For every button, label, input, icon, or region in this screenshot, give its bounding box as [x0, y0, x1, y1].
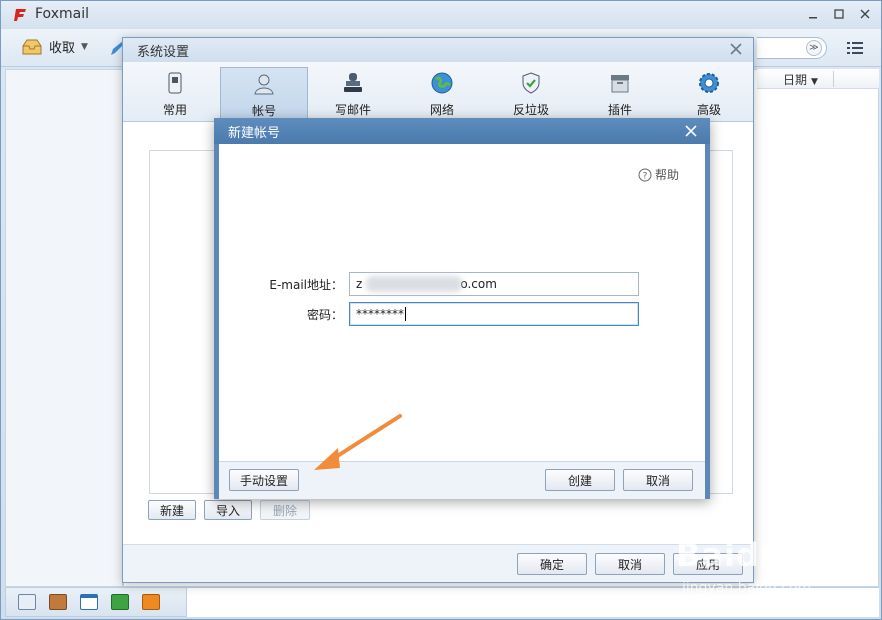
- delete-account-button[interactable]: 删除: [260, 500, 310, 520]
- settings-title: 系统设置: [137, 45, 190, 60]
- password-value: ********: [356, 307, 404, 321]
- password-label: 密码：: [306, 308, 343, 322]
- tab-label: 网络: [429, 103, 454, 117]
- foxmail-logo-icon: [14, 9, 26, 21]
- email-field[interactable]: z o.com: [349, 272, 639, 296]
- password-field[interactable]: ********: [349, 302, 639, 326]
- gear-icon: [699, 73, 719, 93]
- tab-label: 高级: [696, 103, 721, 117]
- new-account-dialog: 新建帐号 ? 帮助 E-mail地址： z o.com 密码： ********…: [214, 118, 710, 499]
- main-titlebar: Foxmail: [1, 1, 881, 29]
- app-title: Foxmail: [35, 6, 89, 22]
- receive-label: 收取: [49, 41, 76, 56]
- tab-plugins[interactable]: 插件: [576, 67, 664, 121]
- new-account-body: ? 帮助 E-mail地址： z o.com 密码： ********: [219, 144, 705, 461]
- minimize-icon[interactable]: [803, 5, 823, 23]
- tab-label: 帐号: [251, 104, 276, 118]
- mail-icon[interactable]: [18, 594, 36, 610]
- menu-icon[interactable]: [847, 41, 863, 55]
- search-dropdown-icon[interactable]: ≫: [806, 40, 822, 56]
- calendar-icon[interactable]: [80, 594, 98, 610]
- window-controls: [803, 5, 875, 23]
- tab-compose[interactable]: 写邮件: [309, 67, 397, 121]
- settings-tabs: 常用 帐号 写邮件 网络 反垃圾 插件 高级: [123, 62, 753, 122]
- new-account-button[interactable]: 新建: [148, 500, 196, 520]
- tab-label: 常用: [162, 103, 187, 117]
- stamp-icon: [344, 73, 362, 92]
- tab-antispam[interactable]: 反垃圾: [487, 67, 575, 121]
- rss-icon[interactable]: [142, 594, 160, 610]
- tab-general[interactable]: 常用: [131, 67, 219, 121]
- column-divider: [833, 71, 834, 87]
- close-icon[interactable]: [684, 124, 698, 138]
- email-suffix: o.com: [460, 277, 497, 291]
- new-account-title: 新建帐号: [228, 126, 281, 141]
- settings-footer: 确定 取消 应用: [123, 544, 753, 582]
- tab-label: 插件: [607, 103, 632, 117]
- import-account-button[interactable]: 导入: [204, 500, 252, 520]
- date-column-label: 日期: [783, 73, 808, 87]
- inbox-icon: [22, 39, 42, 54]
- maximize-icon[interactable]: [829, 5, 849, 23]
- tab-account[interactable]: 帐号: [220, 67, 308, 121]
- manual-setup-button[interactable]: 手动设置: [229, 469, 299, 491]
- settings-titlebar: 系统设置: [123, 38, 753, 62]
- help-icon: ?: [638, 168, 652, 181]
- box-icon: [611, 75, 629, 93]
- close-icon[interactable]: [855, 5, 875, 23]
- receive-button[interactable]: 收取 ▼: [21, 37, 88, 56]
- create-button[interactable]: 创建: [545, 469, 615, 491]
- search-input[interactable]: ≫: [757, 37, 827, 59]
- watermark: Baidu 经验 jingyan.baidu.com: [676, 524, 876, 604]
- tab-network[interactable]: 网络: [398, 67, 486, 121]
- chevron-down-icon: ▼: [81, 41, 88, 52]
- date-column-header[interactable]: 日期 ▼: [783, 71, 818, 88]
- tab-advanced[interactable]: 高级: [665, 67, 753, 121]
- text-cursor: [405, 307, 406, 321]
- redaction-mask: [366, 276, 462, 292]
- tab-label: 反垃圾: [512, 103, 549, 117]
- new-account-titlebar: 新建帐号: [214, 118, 710, 144]
- email-prefix: z: [356, 277, 363, 291]
- shield-icon: [522, 72, 540, 94]
- globe-icon: [431, 72, 453, 94]
- notes-icon[interactable]: [111, 594, 129, 610]
- user-icon: [254, 74, 274, 95]
- help-link[interactable]: ? 帮助: [638, 166, 679, 183]
- tab-label: 写邮件: [334, 103, 371, 117]
- cancel-button[interactable]: 取消: [595, 553, 665, 575]
- watermark-main: Baidu 经验: [676, 536, 862, 574]
- phone-icon: [168, 72, 182, 94]
- help-label: 帮助: [654, 168, 679, 182]
- chevron-down-icon: ▼: [811, 77, 818, 87]
- mail-list-header: [757, 69, 879, 89]
- cancel-button[interactable]: 取消: [623, 469, 693, 491]
- email-label: E-mail地址：: [269, 278, 343, 292]
- new-account-footer: 手动设置 创建 取消: [219, 461, 705, 499]
- close-icon[interactable]: [729, 42, 743, 56]
- folder-pane: [5, 69, 123, 587]
- module-switcher: [5, 587, 187, 617]
- ok-button[interactable]: 确定: [517, 553, 587, 575]
- svg-text:?: ?: [643, 171, 648, 181]
- contacts-icon[interactable]: [49, 594, 67, 610]
- watermark-sub: jingyan.baidu.com: [682, 580, 812, 596]
